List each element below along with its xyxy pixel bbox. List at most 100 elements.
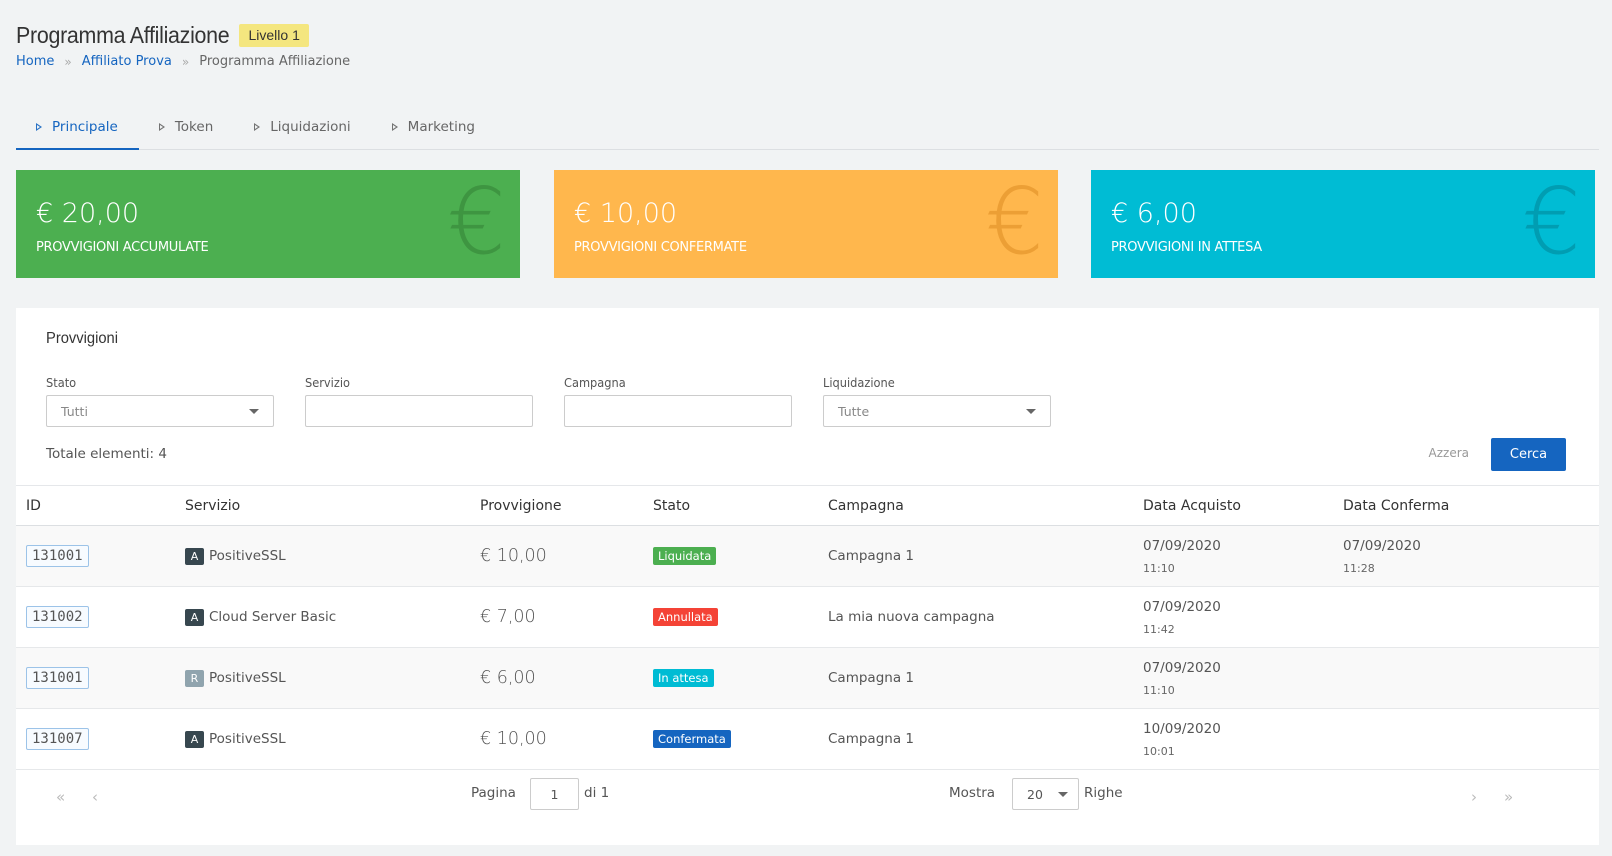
stat-label: PROVVIGIONI ACCUMULATE — [36, 240, 209, 255]
provvigioni-panel: Provvigioni Stato Tutti Servizio Campagn… — [16, 308, 1599, 845]
column-header-provvigione[interactable]: Provvigione — [480, 486, 562, 525]
campaign-name: Campagna 1 — [828, 548, 914, 564]
next-page-icon[interactable]: › — [1471, 788, 1477, 806]
filter-campagna: Campagna — [564, 376, 792, 427]
confirm-date: 07/09/2020 — [1343, 537, 1421, 554]
table-header: ID Servizio Provvigione Stato Campagna D… — [16, 486, 1599, 526]
commission-id-link[interactable]: 131001 — [26, 545, 89, 567]
page-number-input[interactable]: 1 — [530, 778, 579, 810]
service-type-badge: A — [185, 608, 204, 626]
purchase-time: 11:42 — [1143, 622, 1175, 636]
column-header-servizio[interactable]: Servizio — [185, 486, 240, 525]
select-value: Tutti — [61, 403, 88, 419]
purchase-date: 07/09/2020 — [1143, 598, 1221, 615]
stat-card-in-attesa: € 6,00 PROVVIGIONI IN ATTESA € — [1091, 170, 1595, 278]
tab-principale[interactable]: Principale — [16, 105, 139, 150]
liquidazione-select[interactable]: Tutte — [823, 395, 1051, 427]
chevron-down-icon — [1058, 791, 1068, 797]
euro-icon: € — [985, 170, 1044, 275]
campaign-name: Campagna 1 — [828, 670, 914, 686]
service-name: PositiveSSL — [209, 670, 286, 686]
last-page-icon[interactable]: » — [1504, 788, 1513, 806]
provvigioni-table: ID Servizio Provvigione Stato Campagna D… — [16, 485, 1599, 770]
chevron-down-icon — [249, 408, 259, 414]
column-header-stato[interactable]: Stato — [653, 486, 690, 525]
breadcrumb-affiliate[interactable]: Affiliato Prova — [82, 54, 172, 69]
purchase-date: 10/09/2020 — [1143, 720, 1221, 737]
stat-value: € 20,00 — [36, 198, 140, 229]
caret-right-icon — [391, 122, 398, 131]
stat-card-accumulate: € 20,00 PROVVIGIONI ACCUMULATE € — [16, 170, 520, 278]
prev-page-icon[interactable]: ‹ — [92, 788, 98, 806]
service-name: Cloud Server Basic — [209, 609, 337, 625]
service-type-badge: A — [185, 730, 204, 748]
commission-amount: € 7,00 — [480, 607, 536, 627]
tab-label: Token — [174, 118, 214, 135]
purchase-time: 11:10 — [1143, 683, 1175, 697]
filter-label: Liquidazione — [823, 376, 895, 390]
tab-liquidazioni[interactable]: Liquidazioni — [234, 105, 371, 150]
table-row[interactable]: 131001 R PositiveSSL € 6,00 In attesa Cam… — [16, 648, 1599, 709]
tab-label: Liquidazioni — [270, 118, 351, 135]
column-header-data-acquisto[interactable]: Data Acquisto — [1143, 486, 1241, 525]
search-button[interactable]: Cerca — [1491, 438, 1566, 471]
total-count: Totale elementi: 4 — [46, 446, 167, 462]
column-header-id[interactable]: ID — [26, 486, 41, 525]
campagna-input[interactable] — [564, 395, 792, 427]
tab-bar: Principale Token Liquidazioni Marketing — [16, 105, 1599, 150]
stat-label: PROVVIGIONI IN ATTESA — [1111, 240, 1262, 255]
service-type-badge: R — [185, 669, 204, 687]
column-header-campagna[interactable]: Campagna — [828, 486, 904, 525]
commission-id-link[interactable]: 131001 — [26, 667, 89, 689]
page-header: Programma Affiliazione Livello 1 Home » … — [16, 22, 350, 69]
breadcrumb-separator: » — [181, 54, 190, 69]
caret-right-icon — [36, 122, 42, 131]
select-value: Tutte — [838, 403, 870, 419]
campaign-name: Campagna 1 — [828, 731, 914, 747]
show-label: Mostra — [949, 785, 996, 801]
purchase-date: 07/09/2020 — [1143, 659, 1221, 676]
euro-icon: € — [447, 170, 506, 275]
status-badge: Annullata — [653, 608, 718, 626]
service-name: PositiveSSL — [209, 548, 286, 564]
breadcrumb-separator: » — [64, 54, 72, 69]
breadcrumb-home[interactable]: Home — [16, 54, 54, 69]
filter-label: Servizio — [305, 376, 350, 390]
table-row[interactable]: 131002 A Cloud Server Basic € 7,00 Annull… — [16, 587, 1599, 648]
euro-icon: € — [1522, 170, 1581, 275]
chevron-down-icon — [1026, 408, 1036, 414]
commission-amount: € 6,00 — [480, 668, 536, 688]
rows-per-page-select[interactable]: 20 — [1012, 778, 1079, 810]
reset-button[interactable]: Azzera — [1429, 446, 1469, 460]
page-title: Programma Affiliazione — [16, 22, 230, 48]
commission-amount: € 10,00 — [480, 546, 547, 566]
campaign-name: La mia nuova campagna — [828, 609, 995, 625]
filter-label: Stato — [46, 376, 77, 390]
table-row[interactable]: 131007 A PositiveSSL € 10,00 Confermata C… — [16, 709, 1599, 770]
first-page-icon[interactable]: « — [56, 788, 65, 806]
tab-token[interactable]: Token — [139, 105, 234, 150]
stat-value: € 10,00 — [574, 198, 678, 229]
page-count: di 1 — [584, 785, 610, 801]
confirm-time: 11:28 — [1343, 561, 1375, 575]
tab-marketing[interactable]: Marketing — [372, 105, 496, 150]
table-row[interactable]: 131001 A PositiveSSL € 10,00 Liquidata Ca… — [16, 526, 1599, 587]
tab-label: Marketing — [407, 118, 475, 135]
service-type-badge: A — [185, 547, 204, 565]
commission-amount: € 10,00 — [480, 729, 547, 749]
stat-card-confermate: € 10,00 PROVVIGIONI CONFERMATE € — [554, 170, 1058, 278]
commission-id-link[interactable]: 131007 — [26, 728, 89, 750]
caret-right-icon — [158, 122, 165, 131]
stat-value: € 6,00 — [1111, 198, 1197, 229]
filter-stato: Stato Tutti — [46, 376, 274, 427]
status-badge: In attesa — [653, 669, 714, 687]
level-badge: Livello 1 — [239, 24, 309, 47]
column-header-data-conferma[interactable]: Data Conferma — [1343, 486, 1449, 525]
status-badge: Liquidata — [653, 547, 717, 565]
stato-select[interactable]: Tutti — [46, 395, 274, 427]
servizio-input[interactable] — [305, 395, 533, 427]
commission-id-link[interactable]: 131002 — [26, 606, 89, 628]
stat-label: PROVVIGIONI CONFERMATE — [574, 240, 747, 255]
page-label: Pagina — [471, 785, 516, 801]
rows-label: Righe — [1084, 785, 1123, 801]
